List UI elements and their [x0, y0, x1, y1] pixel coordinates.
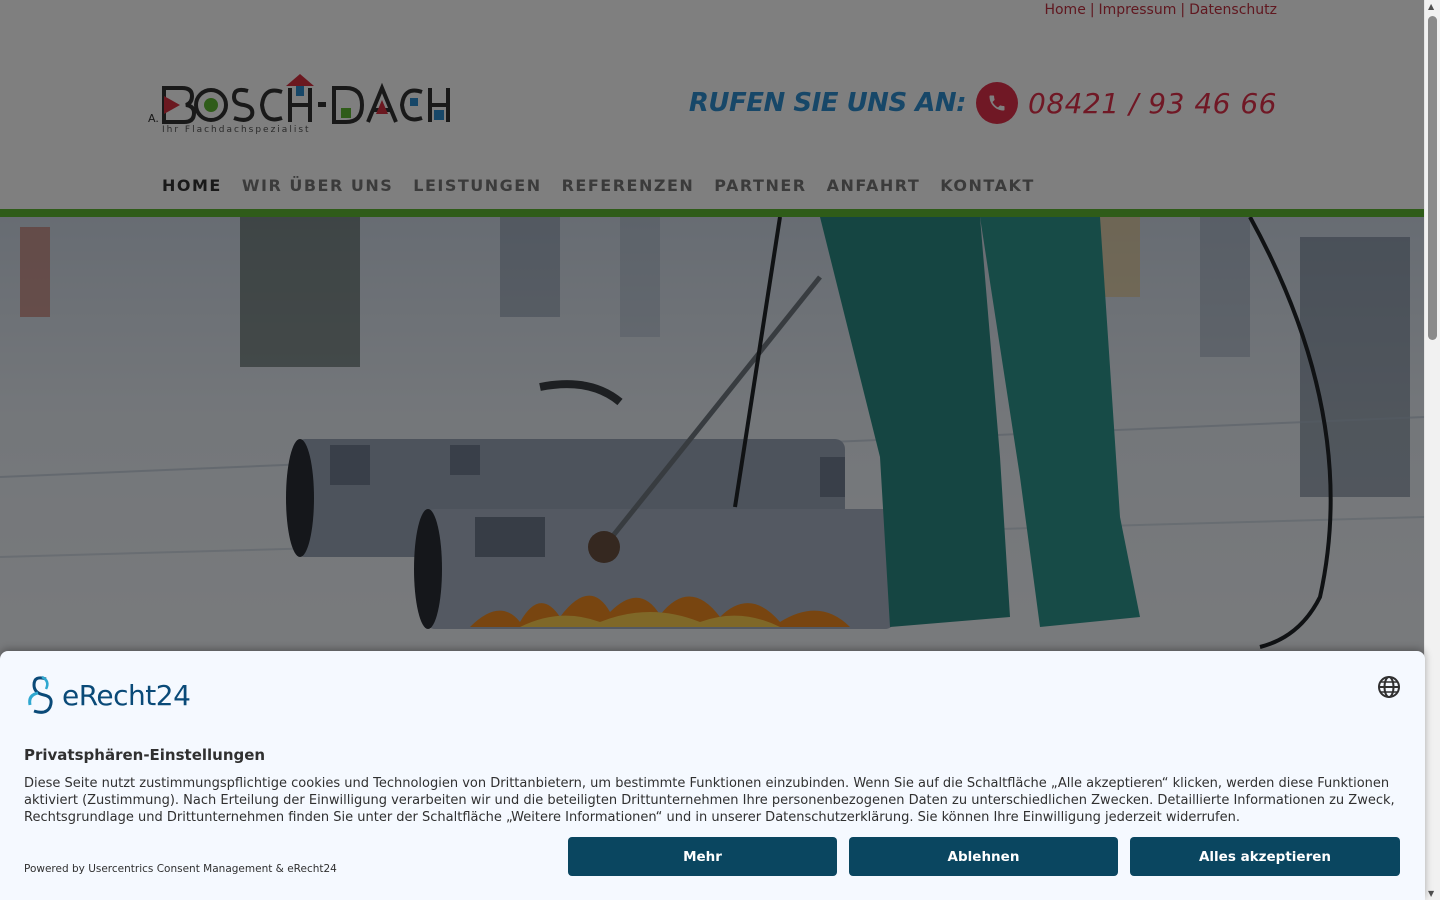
page-scrollbar[interactable]: ▲ ▼ [1424, 0, 1440, 900]
reject-button[interactable]: Ablehnen [849, 837, 1118, 876]
consent-powered-by[interactable]: Powered by Usercentrics Consent Manageme… [24, 863, 337, 875]
erecht24-brand: eRecht24 [62, 678, 191, 712]
scroll-up-icon[interactable]: ▲ [1428, 2, 1434, 11]
language-globe-icon[interactable] [1377, 675, 1401, 699]
consent-title: Privatsphären-Einstellungen [24, 746, 266, 764]
accept-all-button[interactable]: Alles akzeptieren [1130, 837, 1400, 876]
consent-description: Diese Seite nutzt zustimmungspflichtige … [24, 776, 1395, 825]
consent-buttons: Mehr Ablehnen Alles akzeptieren [568, 837, 1400, 876]
erecht24-logo-icon [28, 675, 53, 714]
erecht24-logo: eRecht24 [24, 675, 191, 715]
cookie-consent-banner: eRecht24 Privatsphären-Einstellungen Die… [0, 651, 1425, 900]
scrollbar-thumb[interactable] [1428, 16, 1437, 340]
scroll-down-icon[interactable]: ▼ [1428, 889, 1434, 898]
more-button[interactable]: Mehr [568, 837, 837, 876]
